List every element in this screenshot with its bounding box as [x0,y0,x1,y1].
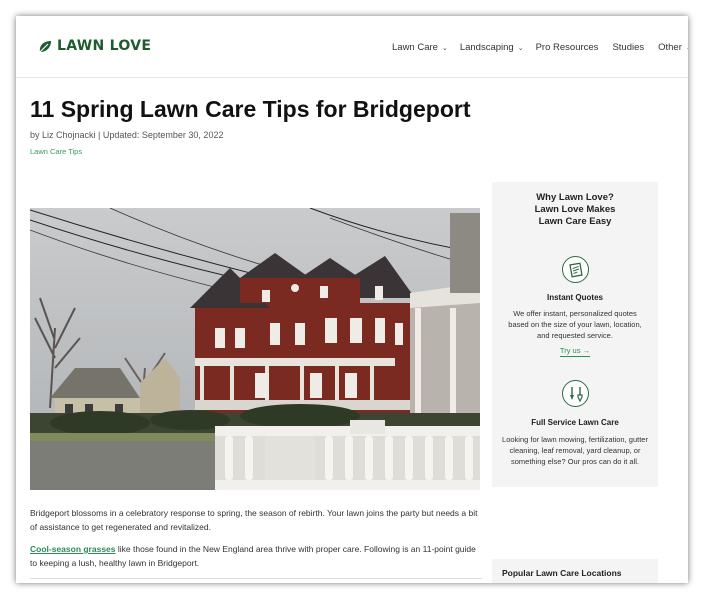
site-logo[interactable]: LAWN LOVE [38,38,151,54]
garden-tools-icon [562,380,589,407]
nav-item-pro-resources[interactable]: Pro Resources [536,42,599,53]
why-lawn-love-widget: Why Lawn Love? Lawn Love Makes Lawn Care… [492,182,658,487]
full-service-desc: Looking for lawn mowing, fertilization, … [502,435,648,466]
browser-page: LAWN LOVE Lawn Care ⌄ Landscaping ⌄ Pro … [16,16,688,583]
intro-paragraph: Bridgeport blossoms in a celebratory res… [30,508,478,532]
content-divider [30,578,482,579]
nav-item-label: Landscaping [459,42,514,53]
article-byline: by Liz Chojnacki | Updated: September 30… [30,130,224,140]
chevron-down-icon: ⌄ [517,44,524,52]
site-header: LAWN LOVE Lawn Care ⌄ Landscaping ⌄ Pro … [16,16,688,78]
chevron-down-icon: ⌄ [686,44,688,52]
category-link[interactable]: Lawn Care Tips [30,147,82,156]
try-us-link[interactable]: Try us → [492,346,658,357]
nav-item-other[interactable]: Other ⌄ [658,42,688,53]
nav-item-studies[interactable]: Studies [612,42,644,53]
instant-quotes-desc: We offer instant, personalized quotes ba… [508,309,642,340]
cool-season-grasses-link[interactable]: Cool-season grasses [30,544,116,554]
nav-item-label: Pro Resources [535,42,599,53]
widget-title-line: Why Lawn Love? [536,192,614,203]
leaf-logo-icon [39,40,51,52]
article-title: 11 Spring Lawn Care Tips for Bridgeport [30,96,471,122]
main-nav: Lawn Care ⌄ Landscaping ⌄ Pro Resources … [392,42,688,53]
popular-locations-widget: Popular Lawn Care Locations [492,559,658,583]
victorian-house-photo [30,208,480,490]
nav-item-landscaping[interactable]: Landscaping ⌄ [460,42,524,53]
nav-item-lawn-care[interactable]: Lawn Care ⌄ [392,42,448,53]
quote-document-icon [562,256,589,283]
brand-name: LAWN LOVE [57,38,152,54]
hero-image [30,208,480,490]
chevron-down-icon: ⌄ [441,44,448,52]
nav-item-label: Studies [612,42,645,53]
full-service-title: Full Service Lawn Care [531,418,619,427]
popular-locations-title: Popular Lawn Care Locations [502,568,622,578]
nav-item-label: Other [658,42,682,53]
nav-item-label: Lawn Care [392,42,438,53]
widget-title-line: Lawn Love Makes [534,204,616,215]
widget-title-line: Lawn Care Easy [538,216,612,227]
widget-title: Why Lawn Love? Lawn Love Makes Lawn Care… [492,192,658,228]
try-us-label: Try us → [559,346,591,357]
instant-quotes-title: Instant Quotes [546,293,603,302]
guide-paragraph: Cool-season grasses like those found in … [30,542,482,570]
